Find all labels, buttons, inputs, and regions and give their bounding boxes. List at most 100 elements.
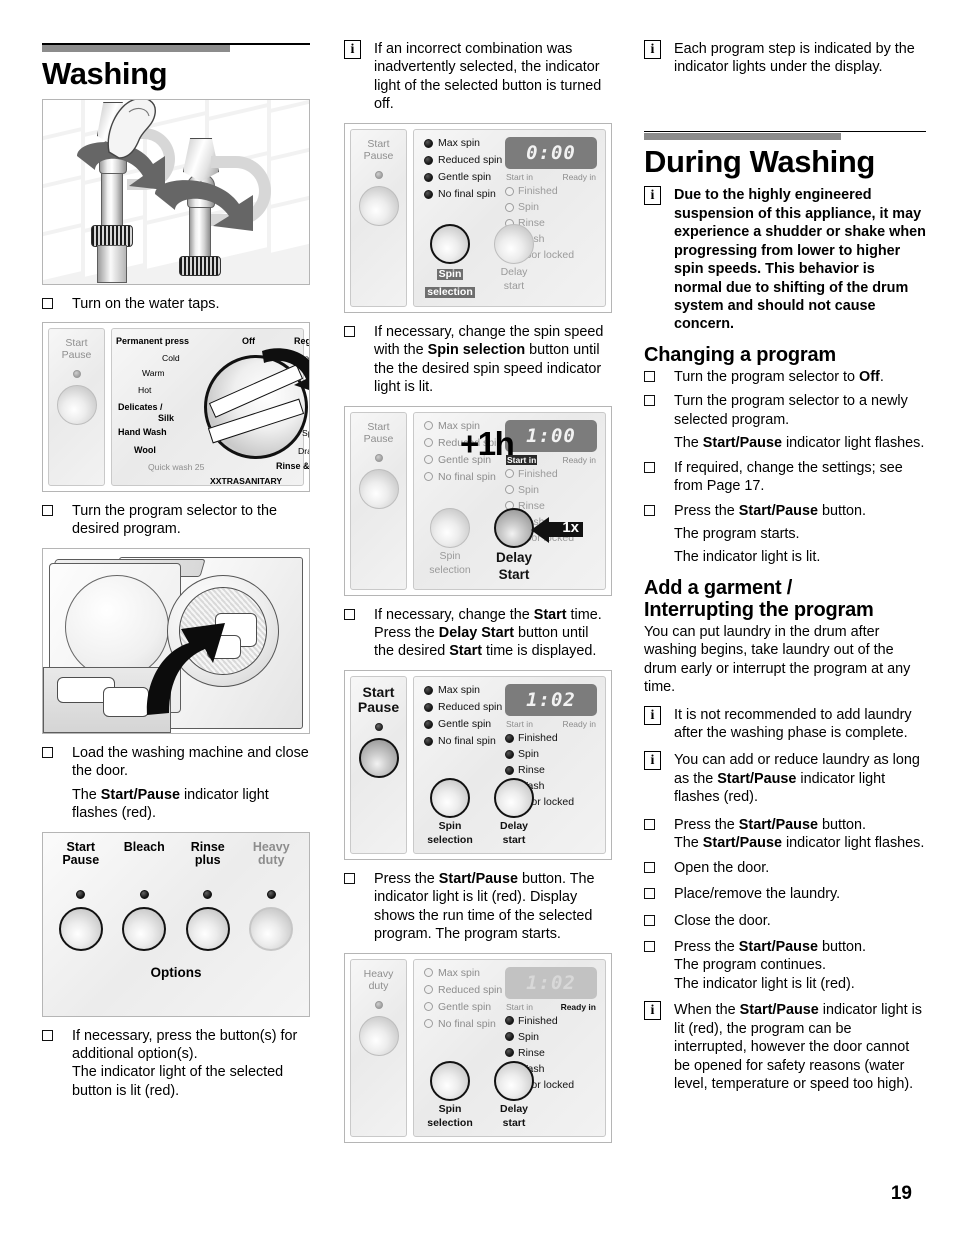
step-press-start-pause: Press the Start/Pause button. The indica…: [344, 870, 612, 944]
spin-selection-button-group: Spin selection: [422, 778, 478, 847]
delay-start-button[interactable]: [494, 223, 534, 264]
heavy-duty-button[interactable]: [358, 1015, 399, 1056]
step-text: Press the Start/Pause button. The indica…: [374, 870, 595, 943]
dial-label-xtrasanitary: XXTRASANITARY: [210, 475, 283, 486]
start-ready-labels: Start in Ready in: [506, 1002, 596, 1012]
spin-option-row[interactable]: No final spin: [424, 1019, 502, 1030]
step-text: If necessary, press the button(s) for ad…: [72, 1027, 310, 1101]
left-arrow-icon: [531, 516, 549, 543]
spin-option-row[interactable]: Gentle spin: [424, 719, 502, 730]
start-pause-button[interactable]: [358, 186, 399, 227]
delay-start-button[interactable]: [494, 778, 534, 819]
time-display: 1:02: [505, 966, 597, 999]
step-led: [505, 749, 514, 759]
checkbox-square: [42, 295, 72, 313]
spin-led: [424, 702, 433, 712]
spin-option-row[interactable]: Max spin: [424, 685, 502, 696]
section-rule: [42, 40, 310, 52]
note-text: Due to the highly engineered suspension …: [674, 187, 926, 333]
start-pause-button[interactable]: [56, 385, 97, 426]
figure-control-panel-spin-selection: Start Pause Max spin Reduced spin Gentle…: [344, 122, 612, 313]
step-change-settings: If required, change the settings; see fr…: [644, 459, 926, 496]
spin-selection-label-line1: Spin: [439, 550, 461, 563]
option-button[interactable]: [249, 907, 294, 952]
step-text: Press the Start/Pause button. The progra…: [674, 938, 866, 992]
step-text: Turn the program selector to a newly sel…: [674, 393, 925, 452]
option-label-line1: Start: [66, 839, 95, 854]
step-press-options: If necessary, press the button(s) for ad…: [42, 1027, 310, 1101]
spin-led: [424, 155, 433, 165]
option-led: [266, 890, 276, 900]
add-title-line1: Add a garment /: [644, 576, 793, 599]
spin-option-row[interactable]: Reduced spin: [424, 155, 502, 166]
spin-option-row[interactable]: No final spin: [424, 736, 502, 747]
spin-option-row[interactable]: No final spin: [424, 471, 502, 483]
step-led: [505, 186, 514, 196]
step-text: Close the door.: [674, 912, 771, 929]
ready-in-label: Ready in: [562, 454, 596, 465]
start-ready-labels: Start in Ready in: [506, 719, 596, 729]
program-step-row: Finished: [505, 733, 597, 744]
spin-option-row[interactable]: Max spin: [424, 968, 502, 979]
function-buttons-row: Spin selection Delay Start: [422, 508, 542, 582]
program-step-row: Spin: [505, 202, 597, 213]
note-incorrect-combination: i If an incorrect combination was inadve…: [344, 40, 612, 114]
start-pause-button[interactable]: [358, 468, 399, 509]
main-control-section: Max spin Reduced spin Gentle spin No fin…: [413, 411, 606, 590]
checkbox-square: [644, 816, 674, 853]
start-pause-section: Start Pause: [350, 411, 407, 590]
program-step-row: Rinse: [505, 765, 597, 776]
middle-column: i If an incorrect combination was inadve…: [344, 40, 612, 1153]
checkbox-square: [42, 744, 72, 823]
options-line1: If necessary, press the button(s) for ad…: [72, 1027, 298, 1063]
time-display: 1:02: [505, 683, 597, 716]
plus-one-hour-annotation: +1h: [460, 424, 515, 462]
option-button[interactable]: [58, 907, 103, 952]
spin-option-row[interactable]: Gentle spin: [424, 1002, 502, 1013]
dial-label-drain: Drain: [298, 445, 309, 456]
spin-selection-button[interactable]: [430, 778, 470, 819]
step-press-start-interrupt: Press the Start/Pause button. The Start/…: [644, 816, 926, 853]
option-button[interactable]: [185, 907, 230, 952]
start-in-label: Start in: [506, 718, 533, 729]
spin-selection-button[interactable]: [430, 508, 470, 549]
heavy-duty-label-line2: duty: [368, 979, 389, 992]
step-press-start-continue: Press the Start/Pause button. The progra…: [644, 938, 926, 993]
spin-led: [424, 421, 433, 431]
spin-led: [424, 138, 433, 148]
checkbox-square: [344, 323, 374, 397]
spin-selection-button-group: Spin selection: [422, 508, 478, 582]
spin-selection-button[interactable]: [430, 1060, 470, 1101]
spin-selection-label-line2: selection: [427, 1117, 473, 1130]
checkbox-square: [644, 885, 674, 903]
options-line2: The indicator light of the selected butt…: [72, 1064, 284, 1099]
spin-option-row[interactable]: No final spin: [424, 189, 502, 200]
delay-start-label-line1: Delay: [499, 820, 529, 833]
step-substep: The Start/Pause indicator light flashes.: [674, 435, 925, 452]
start-pause-button[interactable]: [358, 738, 399, 779]
spin-option-row[interactable]: Reduced spin: [424, 985, 502, 996]
main-control-section: Max spin Reduced spin Gentle spin No fin…: [413, 128, 606, 307]
note-interrupt-safety: i When the Start/Pause indicator light i…: [644, 1001, 926, 1093]
spin-option-row[interactable]: Max spin: [424, 138, 502, 149]
checkbox-square: [644, 912, 674, 930]
time-display: 1:00: [505, 419, 597, 452]
spin-selection-label-line2: selection: [425, 285, 475, 299]
option-button[interactable]: [122, 907, 167, 952]
start-ready-labels: Start in Ready in: [506, 454, 596, 465]
step-change-start-time: If necessary, change the Start time. Pre…: [344, 606, 612, 661]
delay-start-button[interactable]: [494, 508, 534, 549]
spin-option-row[interactable]: Gentle spin: [424, 172, 502, 183]
delay-start-button-group: Delay start: [486, 1060, 542, 1130]
option-heavy-duty: Heavy duty: [241, 840, 301, 952]
spin-option-row[interactable]: Reduced spin: [424, 702, 502, 713]
start-pause-led: [374, 723, 383, 732]
spin-led: [424, 1019, 433, 1029]
step-selector-new-program: Turn the program selector to a newly sel…: [644, 392, 926, 452]
step-text: Load the washing machine and close the d…: [72, 744, 310, 823]
delay-start-button-group: Delay start: [486, 223, 542, 300]
checkbox-square: [344, 870, 374, 944]
spin-selection-button[interactable]: [430, 223, 470, 264]
spin-led: [424, 1002, 433, 1012]
delay-start-button[interactable]: [494, 1060, 534, 1101]
